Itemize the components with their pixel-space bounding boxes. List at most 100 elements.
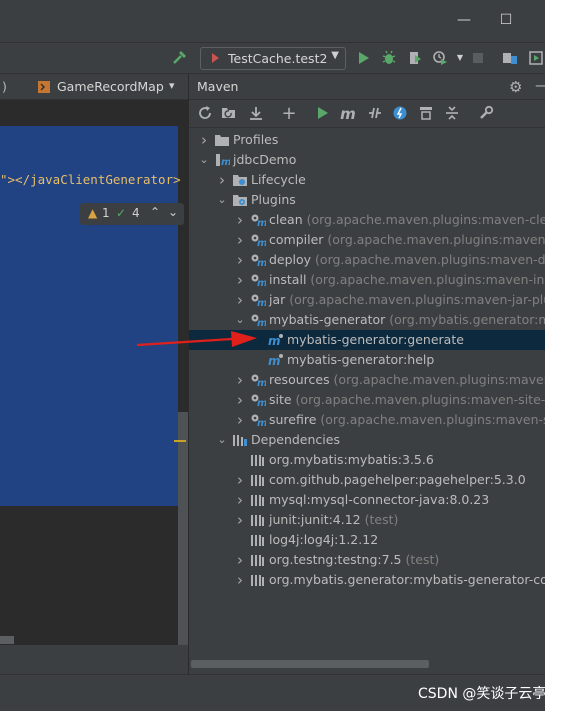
build-hammer-icon[interactable] bbox=[172, 50, 188, 66]
svg-text:m: m bbox=[268, 354, 281, 367]
chevron-down-icon[interactable]: ⌄ bbox=[216, 190, 228, 210]
tree-item-name: Lifecycle bbox=[251, 172, 306, 187]
skip-tests-icon[interactable] bbox=[391, 105, 409, 123]
tree-item-label: mybatis-generator:generate bbox=[287, 330, 464, 350]
tree-row-org-mybatis-mybatis-3-5-6[interactable]: org.mybatis:mybatis:3.5.6 bbox=[189, 450, 545, 470]
gear-icon[interactable]: ⚙ bbox=[509, 78, 522, 96]
tree-row-mybatis-generator-generate[interactable]: m mybatis-generator:generate bbox=[189, 330, 545, 350]
download-icon[interactable] bbox=[247, 105, 265, 123]
tab-list-chevron-icon[interactable]: ▾ bbox=[169, 79, 175, 92]
tree-row-lifecycle[interactable]: › Lifecycle bbox=[189, 170, 545, 190]
chevron-right-icon[interactable]: › bbox=[198, 130, 210, 150]
chevron-down-icon[interactable]: ⌄ bbox=[216, 430, 228, 450]
tree-row-mybatis-generator[interactable]: ⌄ mmybatis-generator (org.mybatis.generat… bbox=[189, 310, 545, 330]
svg-text:m: m bbox=[221, 157, 230, 167]
previous-tab-fragment[interactable]: ) bbox=[2, 79, 7, 94]
run-anything-icon[interactable] bbox=[528, 50, 544, 66]
tree-item-name: mybatis-generator bbox=[269, 312, 386, 327]
tree-row-com-github-pagehelper-pagehelper-5-3-0[interactable]: › com.github.pagehelper:pagehelper:5.3.0 bbox=[189, 470, 545, 490]
generate-sources-icon[interactable] bbox=[220, 105, 238, 123]
inspection-widget[interactable]: ▲ 1 ✓ 4 ⌃ ⌄ bbox=[80, 203, 184, 225]
chevron-right-icon[interactable]: › bbox=[234, 230, 246, 250]
toggle-offline-icon[interactable] bbox=[366, 105, 384, 123]
tree-row-surefire[interactable]: › msurefire (org.apache.maven.plugins:mav… bbox=[189, 410, 545, 430]
stop-icon[interactable] bbox=[470, 50, 486, 66]
execute-goal-icon[interactable]: m bbox=[339, 105, 357, 123]
editor-vertical-scrollbar[interactable] bbox=[178, 412, 188, 645]
maven-horizontal-scrollbar[interactable] bbox=[191, 660, 429, 668]
library-icon bbox=[250, 493, 266, 507]
tree-row-org-mybatis-generator-mybatis-generator-core[interactable]: › org.mybatis.generator:mybatis-generator… bbox=[189, 570, 545, 590]
svg-text:m: m bbox=[257, 258, 266, 267]
more-run-options-icon[interactable]: ▼ bbox=[452, 50, 468, 66]
chevron-right-icon[interactable]: › bbox=[234, 510, 246, 530]
tree-item-name: mybatis-generator:help bbox=[287, 352, 435, 367]
next-highlight-icon[interactable]: ⌄ bbox=[168, 205, 178, 219]
tree-row-clean[interactable]: › mclean (org.apache.maven.plugins:maven-… bbox=[189, 210, 545, 230]
tree-row-profiles[interactable]: › Profiles bbox=[189, 130, 545, 150]
chevron-right-icon[interactable]: › bbox=[234, 370, 246, 390]
chevron-down-icon[interactable]: ⌄ bbox=[234, 310, 246, 330]
chevron-right-icon[interactable]: › bbox=[234, 410, 246, 430]
tree-row-site[interactable]: › msite (org.apache.maven.plugins:maven-s… bbox=[189, 390, 545, 410]
previous-highlight-icon[interactable]: ⌃ bbox=[150, 205, 160, 219]
tree-item-detail: (org.apache.maven.plugins:maven-jar-plug… bbox=[285, 292, 545, 307]
tree-row-jdbcdemo[interactable]: ⌄ mjdbcDemo bbox=[189, 150, 545, 170]
chevron-right-icon[interactable]: › bbox=[216, 170, 228, 190]
tab-gamerecordmap[interactable]: GameRecordMap bbox=[57, 79, 164, 94]
tree-item-name: resources bbox=[269, 372, 330, 387]
editor-horizontal-scrollbar[interactable] bbox=[0, 636, 14, 644]
chevron-right-icon[interactable]: › bbox=[234, 470, 246, 490]
tree-row-log4j-log4j-1-2-12[interactable]: log4j:log4j:1.2.12 bbox=[189, 530, 545, 550]
tree-item-detail: (org.mybatis.generator:myba bbox=[389, 312, 545, 327]
chevron-right-icon[interactable]: › bbox=[234, 490, 246, 510]
hide-panel-icon[interactable]: — bbox=[535, 76, 545, 94]
tree-item-label: site (org.apache.maven.plugins:maven-sit… bbox=[269, 390, 545, 410]
tree-row-resources[interactable]: › mresources (org.apache.maven.plugins:ma… bbox=[189, 370, 545, 390]
tree-item-label: deploy (org.apache.maven.plugins:maven-d… bbox=[269, 250, 545, 270]
tree-row-mysql-mysql-connector-java-8-0-23[interactable]: › mysql:mysql-connector-java:8.0.23 bbox=[189, 490, 545, 510]
run-maven-build-icon[interactable] bbox=[314, 105, 332, 123]
project-structure-icon[interactable] bbox=[502, 50, 518, 66]
svg-text:m: m bbox=[257, 278, 266, 287]
tree-item-name: compiler bbox=[269, 232, 324, 247]
tree-row-junit-junit-4-12[interactable]: › junit:junit:4.12 (test) bbox=[189, 510, 545, 530]
xml-file-icon bbox=[37, 80, 51, 94]
collapse-all-icon[interactable] bbox=[443, 105, 461, 123]
profiler-icon[interactable] bbox=[432, 50, 448, 66]
code-editor[interactable]: "></javaClientGenerator> ▲ 1 ✓ 4 ⌃ ⌄ bbox=[0, 100, 188, 645]
tree-row-deploy[interactable]: › mdeploy (org.apache.maven.plugins:maven… bbox=[189, 250, 545, 270]
chevron-right-icon[interactable]: › bbox=[234, 210, 246, 230]
tree-row-compiler[interactable]: › mcompiler (org.apache.maven.plugins:mav… bbox=[189, 230, 545, 250]
tree-row-mybatis-generator-help[interactable]: m mybatis-generator:help bbox=[189, 350, 545, 370]
tree-row-plugins[interactable]: ⌄ Plugins bbox=[189, 190, 545, 210]
chevron-down-icon[interactable]: ⌄ bbox=[198, 150, 210, 170]
tree-item-name: deploy bbox=[269, 252, 312, 267]
reload-icon[interactable] bbox=[196, 105, 214, 123]
tree-row-dependencies[interactable]: ⌄ Dependencies bbox=[189, 430, 545, 450]
maximize-button[interactable]: ☐ bbox=[498, 12, 514, 28]
dependencies-folder-icon bbox=[232, 433, 248, 447]
chevron-right-icon[interactable]: › bbox=[234, 570, 246, 590]
tree-row-install[interactable]: › minstall (org.apache.maven.plugins:mave… bbox=[189, 270, 545, 290]
run-config-selector[interactable]: TestCache.test2 ▼ bbox=[200, 47, 346, 70]
minimize-button[interactable]: — bbox=[456, 12, 472, 28]
maven-header: Maven ⚙ — bbox=[189, 74, 545, 100]
chevron-right-icon[interactable]: › bbox=[234, 250, 246, 270]
wrench-icon[interactable] bbox=[477, 105, 495, 123]
chevron-right-icon[interactable]: › bbox=[234, 550, 246, 570]
tree-item-label: org.mybatis:mybatis:3.5.6 bbox=[269, 450, 434, 470]
chevron-right-icon[interactable]: › bbox=[234, 390, 246, 410]
tree-row-jar[interactable]: › mjar (org.apache.maven.plugins:maven-ja… bbox=[189, 290, 545, 310]
tree-row-org-testng-testng-7-5[interactable]: › org.testng:testng:7.5 (test) bbox=[189, 550, 545, 570]
watermark: CSDN @笑谈子云亭 bbox=[418, 686, 547, 702]
coverage-icon[interactable] bbox=[407, 50, 423, 66]
chevron-right-icon[interactable]: › bbox=[234, 270, 246, 290]
debug-icon[interactable] bbox=[381, 50, 397, 66]
add-project-icon[interactable]: + bbox=[280, 105, 298, 123]
show-dependencies-icon[interactable] bbox=[417, 105, 435, 123]
chevron-right-icon[interactable]: › bbox=[234, 290, 246, 310]
editor-tab-bar: ) GameRecordMap ▾ bbox=[0, 74, 188, 100]
svg-text:m: m bbox=[257, 398, 266, 407]
run-icon[interactable] bbox=[356, 50, 372, 66]
